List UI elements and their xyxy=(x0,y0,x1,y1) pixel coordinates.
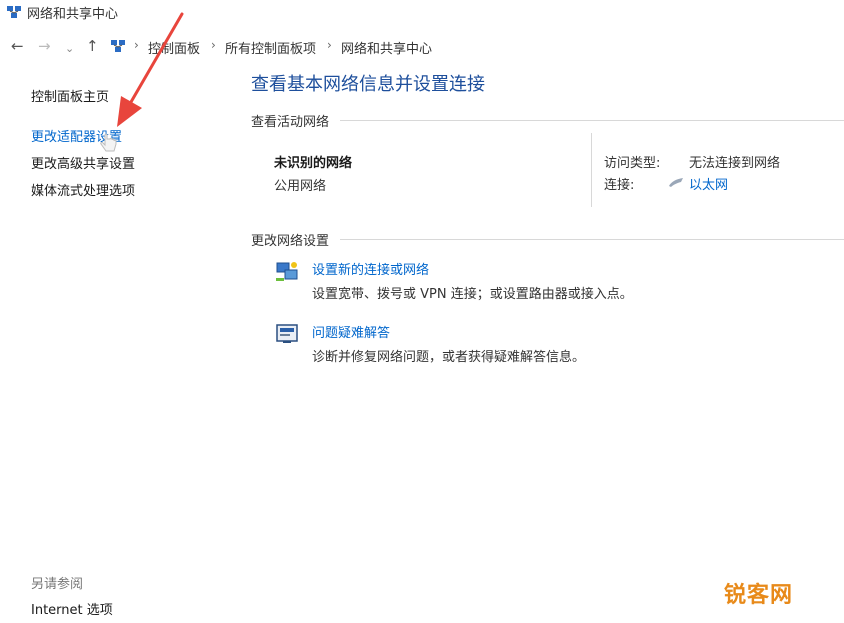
forward-arrow-icon[interactable]: → xyxy=(38,37,51,55)
setup-new-connection-desc: 设置宽带、拨号或 VPN 连接；或设置路由器或接入点。 xyxy=(312,287,633,302)
breadcrumb-separator: › xyxy=(327,38,332,52)
sidebar-item-media-streaming[interactable]: 媒体流式处理选项 xyxy=(31,180,135,199)
breadcrumb-control-panel[interactable]: 控制面板 xyxy=(148,38,200,57)
access-type-label: 访问类型: xyxy=(604,156,661,171)
section-divider xyxy=(340,120,844,121)
breadcrumb-all-items[interactable]: 所有控制面板项 xyxy=(225,38,316,57)
history-chevron-down-icon[interactable]: ⌄ xyxy=(65,40,74,58)
see-also-label: 另请参阅 xyxy=(31,577,84,592)
troubleshoot-desc: 诊断并修复网络问题，或者获得疑难解答信息。 xyxy=(312,350,586,365)
ethernet-icon xyxy=(669,178,683,187)
hand-cursor-icon xyxy=(100,133,117,152)
window-title: 网络和共享中心 xyxy=(27,7,119,22)
breadcrumb-separator: › xyxy=(211,38,216,52)
troubleshoot-icon xyxy=(276,324,298,343)
page-title: 查看基本网络信息并设置连接 xyxy=(251,74,485,95)
breadcrumb-network-center[interactable]: 网络和共享中心 xyxy=(341,38,432,57)
network-type: 公用网络 xyxy=(274,179,327,194)
new-connection-icon xyxy=(276,262,298,281)
up-arrow-icon[interactable]: ↑ xyxy=(86,37,99,55)
access-type-value: 无法连接到网络 xyxy=(689,156,781,171)
troubleshoot-link[interactable]: 问题疑难解答 xyxy=(312,322,390,341)
breadcrumb-separator: › xyxy=(134,38,139,52)
connection-label: 连接: xyxy=(604,178,635,193)
network-divider xyxy=(591,133,592,207)
control-panel-icon xyxy=(111,40,125,52)
change-settings-heading: 更改网络设置 xyxy=(251,234,330,249)
setup-new-connection-link[interactable]: 设置新的连接或网络 xyxy=(312,259,429,278)
network-center-icon xyxy=(7,6,21,18)
back-arrow-icon[interactable]: ← xyxy=(11,37,24,55)
active-network-heading: 查看活动网络 xyxy=(251,115,330,130)
watermark-logo: 锐客网 xyxy=(724,583,794,608)
title-bar: 网络和共享中心 xyxy=(0,0,844,26)
ethernet-link[interactable]: 以太网 xyxy=(689,174,728,193)
sidebar-item-control-panel-home[interactable]: 控制面板主页 xyxy=(31,86,109,105)
section-divider xyxy=(340,239,844,240)
network-name: 未识别的网络 xyxy=(274,156,353,171)
internet-options-link[interactable]: Internet 选项 xyxy=(31,599,113,618)
